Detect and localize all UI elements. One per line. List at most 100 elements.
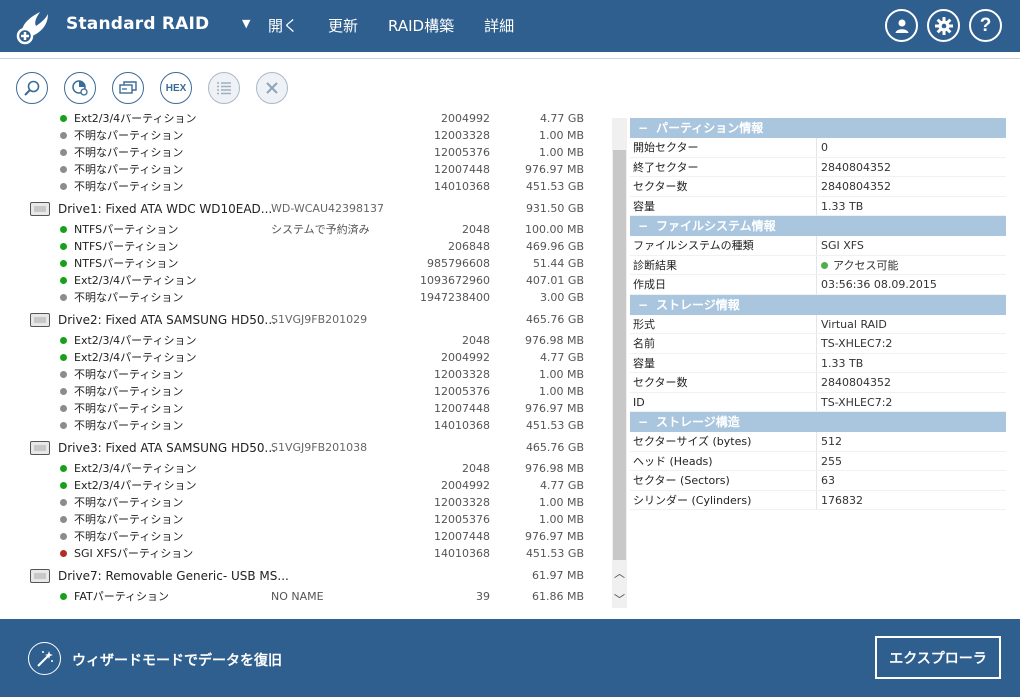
property-row: ファイルシステムの種類 SGI XFS bbox=[630, 236, 1006, 256]
property-value: 1.33 TB bbox=[817, 354, 863, 373]
partition-start-sector: 14010368 bbox=[434, 180, 490, 193]
main-menu: 開く 更新 RAID構築 詳細 bbox=[268, 15, 544, 36]
partition-row[interactable]: FATパーティション NO NAME 39 61.86 MB bbox=[0, 588, 612, 605]
partition-row[interactable]: Ext2/3/4パーティション 2004992 4.77 GB bbox=[0, 114, 612, 127]
property-section-title: パーティション情報 bbox=[656, 121, 764, 135]
collapse-icon[interactable]: − bbox=[638, 295, 656, 315]
collapse-icon[interactable]: − bbox=[638, 216, 656, 236]
hard-drive-icon bbox=[30, 569, 50, 583]
partition-name: 不明なパーティション bbox=[74, 163, 184, 176]
drive-row[interactable]: Drive7: Removable Generic- USB MS... 61.9… bbox=[0, 566, 612, 586]
collapse-icon[interactable]: − bbox=[638, 412, 656, 432]
menu-details[interactable]: 詳細 bbox=[484, 15, 514, 36]
partition-row[interactable]: NTFSパーティション 985796608 51.44 GB bbox=[0, 255, 612, 272]
wizard-mode-link[interactable]: ウィザードモードでデータを復旧 bbox=[72, 650, 282, 670]
menu-dropdown-icon[interactable]: ▼ bbox=[242, 17, 250, 30]
partition-row[interactable]: Ext2/3/4パーティション 1093672960 407.01 GB bbox=[0, 272, 612, 289]
hard-drive-icon bbox=[30, 441, 50, 455]
partition-row[interactable]: 不明なパーティション 12007448 976.97 MB bbox=[0, 161, 612, 178]
property-key: ID bbox=[630, 392, 817, 411]
drive-name: Drive1: Fixed ATA WDC WD10EAD... bbox=[58, 202, 273, 216]
partition-row[interactable]: Ext2/3/4パーティション 2004992 4.77 GB bbox=[0, 477, 612, 494]
property-key: セクターサイズ (bytes) bbox=[630, 432, 817, 451]
list-icon bbox=[217, 82, 231, 95]
close-button[interactable] bbox=[256, 72, 288, 104]
partition-row[interactable]: NTFSパーティション システムで予約済み 2048 100.00 MB bbox=[0, 221, 612, 238]
partition-size: 1.00 MB bbox=[538, 496, 584, 509]
partition-row[interactable]: 不明なパーティション 14010368 451.53 GB bbox=[0, 178, 612, 195]
property-row: 開始セクター 0 bbox=[630, 138, 1006, 158]
partition-row[interactable]: Ext2/3/4パーティション 2004992 4.77 GB bbox=[0, 349, 612, 366]
partition-size: 1.00 MB bbox=[538, 385, 584, 398]
status-dot-icon bbox=[60, 337, 67, 344]
partition-scan-button[interactable] bbox=[64, 72, 96, 104]
settings-button[interactable] bbox=[927, 9, 960, 42]
property-row: 容量 1.33 TB bbox=[630, 353, 1006, 373]
property-value: 512 bbox=[817, 432, 842, 451]
partition-name: NTFSパーティション bbox=[74, 257, 179, 270]
partition-row[interactable]: 不明なパーティション 12003328 1.00 MB bbox=[0, 366, 612, 383]
property-value-text: アクセス可能 bbox=[833, 258, 899, 272]
scroll-up-icon[interactable]: ︿ bbox=[612, 566, 627, 582]
drive-size: 61.97 MB bbox=[531, 569, 584, 582]
partition-row[interactable]: 不明なパーティション 14010368 451.53 GB bbox=[0, 417, 612, 434]
partition-size: 4.77 GB bbox=[539, 479, 584, 492]
property-section-header[interactable]: − ファイルシステム情報 bbox=[630, 216, 1006, 236]
status-dot-icon bbox=[60, 243, 67, 250]
help-button[interactable]: ? bbox=[969, 9, 1002, 42]
user-button[interactable] bbox=[885, 9, 918, 42]
partition-row[interactable]: 不明なパーティション 12005376 1.00 MB bbox=[0, 511, 612, 528]
property-key: 形式 bbox=[630, 314, 817, 333]
property-row: 終了セクター 2840804352 bbox=[630, 157, 1006, 177]
partition-row[interactable]: 不明なパーティション 12003328 1.00 MB bbox=[0, 127, 612, 144]
partition-name: FATパーティション bbox=[74, 590, 170, 603]
drive-row[interactable]: Drive2: Fixed ATA SAMSUNG HD50... S1VGJ9F… bbox=[0, 310, 612, 330]
drive-image-button[interactable] bbox=[112, 72, 144, 104]
list-button[interactable] bbox=[208, 72, 240, 104]
partition-size: 976.98 MB bbox=[524, 462, 584, 475]
status-dot-icon bbox=[60, 550, 67, 557]
menu-open[interactable]: 開く bbox=[268, 15, 298, 36]
partition-size: 469.96 GB bbox=[525, 240, 584, 253]
scroll-down-icon[interactable]: ﹀ bbox=[612, 592, 627, 608]
partition-row[interactable]: 不明なパーティション 1947238400 3.00 GB bbox=[0, 289, 612, 306]
partition-row[interactable]: NTFSパーティション 206848 469.96 GB bbox=[0, 238, 612, 255]
property-value-text: 0 bbox=[821, 141, 828, 154]
app-header: Standard RAID ▼ 開く 更新 RAID構築 詳細 ? bbox=[0, 0, 1020, 52]
partition-size: 4.77 GB bbox=[539, 351, 584, 364]
partition-size: 1.00 MB bbox=[538, 513, 584, 526]
wizard-button[interactable] bbox=[28, 642, 61, 675]
partition-row[interactable]: 不明なパーティション 12005376 1.00 MB bbox=[0, 144, 612, 161]
search-button[interactable] bbox=[16, 72, 48, 104]
drive-row[interactable]: Drive3: Fixed ATA SAMSUNG HD50... S1VGJ9F… bbox=[0, 438, 612, 458]
status-dot-icon bbox=[60, 166, 67, 173]
property-key: 名前 bbox=[630, 334, 817, 353]
property-section-header[interactable]: − ストレージ構造 bbox=[630, 412, 1006, 432]
partition-row[interactable]: 不明なパーティション 12007448 976.97 MB bbox=[0, 528, 612, 545]
partition-row[interactable]: Ext2/3/4パーティション 2048 976.98 MB bbox=[0, 332, 612, 349]
property-value: SGI XFS bbox=[817, 236, 864, 255]
tree-scrollbar-thumb[interactable] bbox=[613, 150, 626, 560]
property-key: 診断結果 bbox=[630, 255, 817, 274]
partition-row[interactable]: SGI XFSパーティション 14010368 451.53 GB bbox=[0, 545, 612, 562]
property-row: ヘッド (Heads) 255 bbox=[630, 451, 1006, 471]
property-value-text: 2840804352 bbox=[821, 376, 891, 389]
partition-start-sector: 12007448 bbox=[434, 402, 490, 415]
status-dot-icon bbox=[60, 294, 67, 301]
drive-row[interactable]: Drive1: Fixed ATA WDC WD10EAD... WD-WCAU4… bbox=[0, 199, 612, 219]
hex-view-button[interactable]: HEX bbox=[160, 72, 192, 104]
menu-refresh[interactable]: 更新 bbox=[328, 15, 358, 36]
partition-row[interactable]: 不明なパーティション 12007448 976.97 MB bbox=[0, 400, 612, 417]
drive-serial: S1VGJ9FB201029 bbox=[271, 313, 368, 326]
menu-raid-build[interactable]: RAID構築 bbox=[388, 15, 454, 36]
partition-row[interactable]: Ext2/3/4パーティション 2048 976.98 MB bbox=[0, 460, 612, 477]
partition-row[interactable]: 不明なパーティション 12003328 1.00 MB bbox=[0, 494, 612, 511]
property-section-header[interactable]: − パーティション情報 bbox=[630, 118, 1006, 138]
partition-row[interactable]: 不明なパーティション 12005376 1.00 MB bbox=[0, 383, 612, 400]
property-value: アクセス可能 bbox=[817, 256, 898, 275]
gear-icon bbox=[934, 16, 953, 35]
explorer-button[interactable]: エクスプローラ bbox=[875, 636, 1001, 679]
property-section-header[interactable]: − ストレージ情報 bbox=[630, 294, 1006, 315]
collapse-icon[interactable]: − bbox=[638, 118, 656, 138]
property-value-text: 1.33 TB bbox=[821, 356, 864, 370]
